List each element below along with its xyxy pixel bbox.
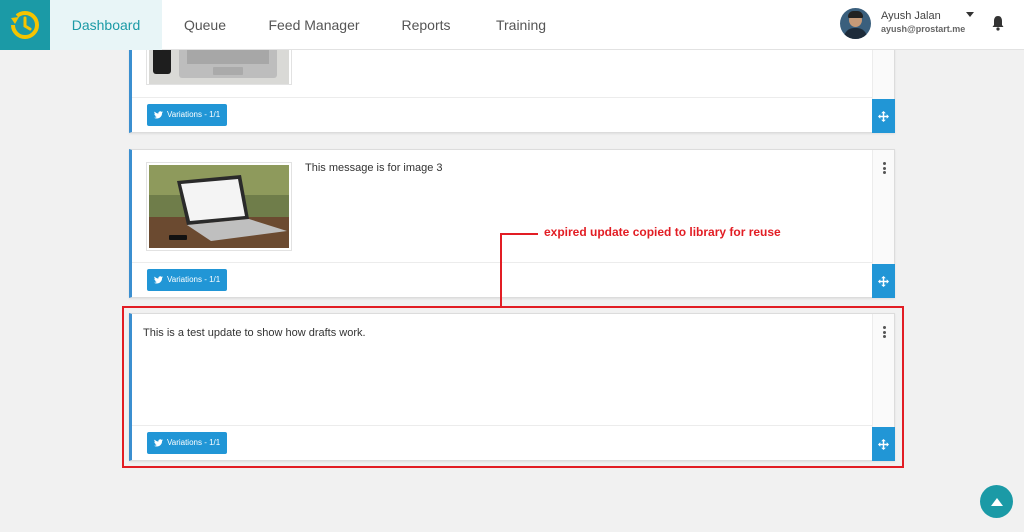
- post-footer: Variations - 1/1: [132, 97, 872, 132]
- laptop-image: [149, 165, 289, 248]
- nav-dashboard[interactable]: Dashboard: [50, 0, 162, 50]
- annotation-highlight-box: [122, 306, 904, 468]
- post-message: This message is for image 3: [305, 162, 443, 174]
- avatar: [840, 8, 871, 39]
- post-card: This message is for image 3 Variations -…: [129, 149, 895, 298]
- twitter-icon: [154, 111, 163, 119]
- move-handle[interactable]: [872, 99, 895, 133]
- user-email: ayush@prostart.me: [881, 24, 966, 34]
- scroll-to-top-button[interactable]: [980, 485, 1013, 518]
- nav-training[interactable]: Training: [484, 0, 558, 50]
- move-icon: [878, 275, 889, 287]
- variations-button[interactable]: Variations - 1/1: [147, 104, 228, 126]
- annotation-connector: [500, 233, 502, 307]
- variations-button[interactable]: Variations - 1/1: [147, 269, 228, 291]
- move-handle[interactable]: [872, 264, 895, 298]
- user-name: Ayush Jalan: [881, 10, 941, 22]
- post-image: [146, 162, 292, 251]
- annotation-label: expired update copied to library for reu…: [544, 225, 781, 239]
- nav-reports[interactable]: Reports: [390, 0, 462, 50]
- post-footer: Variations - 1/1: [132, 262, 872, 297]
- bell-icon[interactable]: [991, 15, 1005, 31]
- twitter-icon: [154, 276, 163, 284]
- app-logo[interactable]: [0, 0, 50, 50]
- chevron-up-icon: [990, 497, 1003, 506]
- more-options-icon[interactable]: [882, 162, 886, 174]
- nav-feed-manager[interactable]: Feed Manager: [258, 0, 370, 50]
- variations-label: Variations - 1/1: [167, 275, 221, 284]
- move-icon: [878, 110, 889, 122]
- top-navbar: Dashboard Queue Feed Manager Reports Tra…: [0, 0, 1024, 50]
- annotation-connector: [500, 233, 538, 235]
- clock-history-icon: [10, 11, 39, 39]
- variations-label: Variations - 1/1: [167, 110, 221, 119]
- nav-queue[interactable]: Queue: [170, 0, 240, 50]
- chevron-down-icon[interactable]: [966, 12, 974, 17]
